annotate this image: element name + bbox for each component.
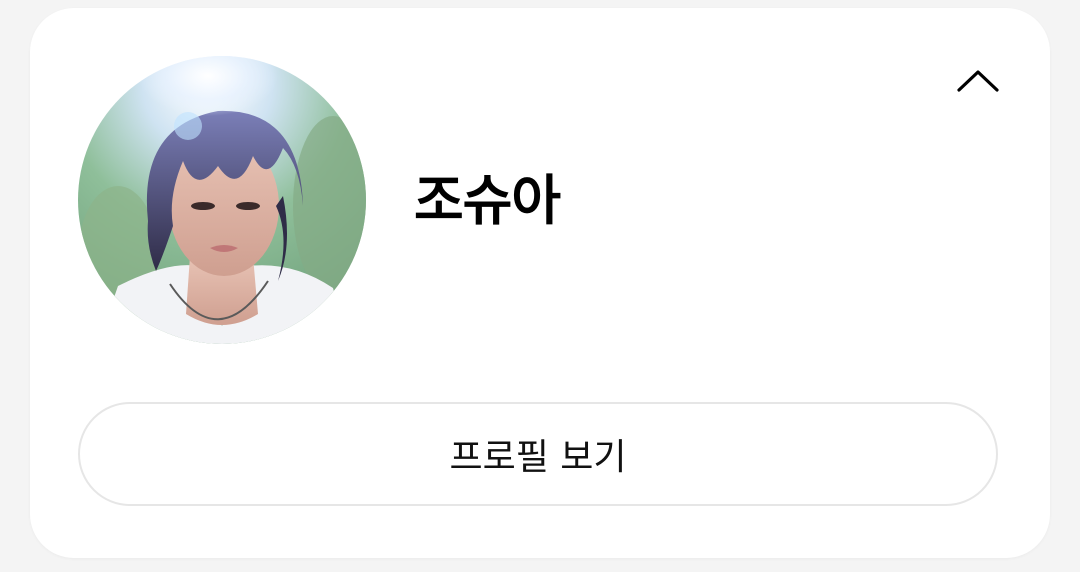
- collapse-button[interactable]: [948, 56, 1008, 104]
- profile-card: 조슈아 프로필 보기: [30, 8, 1050, 558]
- profile-name: 조슈아: [414, 169, 561, 232]
- avatar[interactable]: [78, 56, 366, 344]
- view-profile-button[interactable]: 프로필 보기: [78, 402, 998, 506]
- chevron-up-icon: [957, 70, 999, 92]
- avatar-image: [78, 56, 366, 344]
